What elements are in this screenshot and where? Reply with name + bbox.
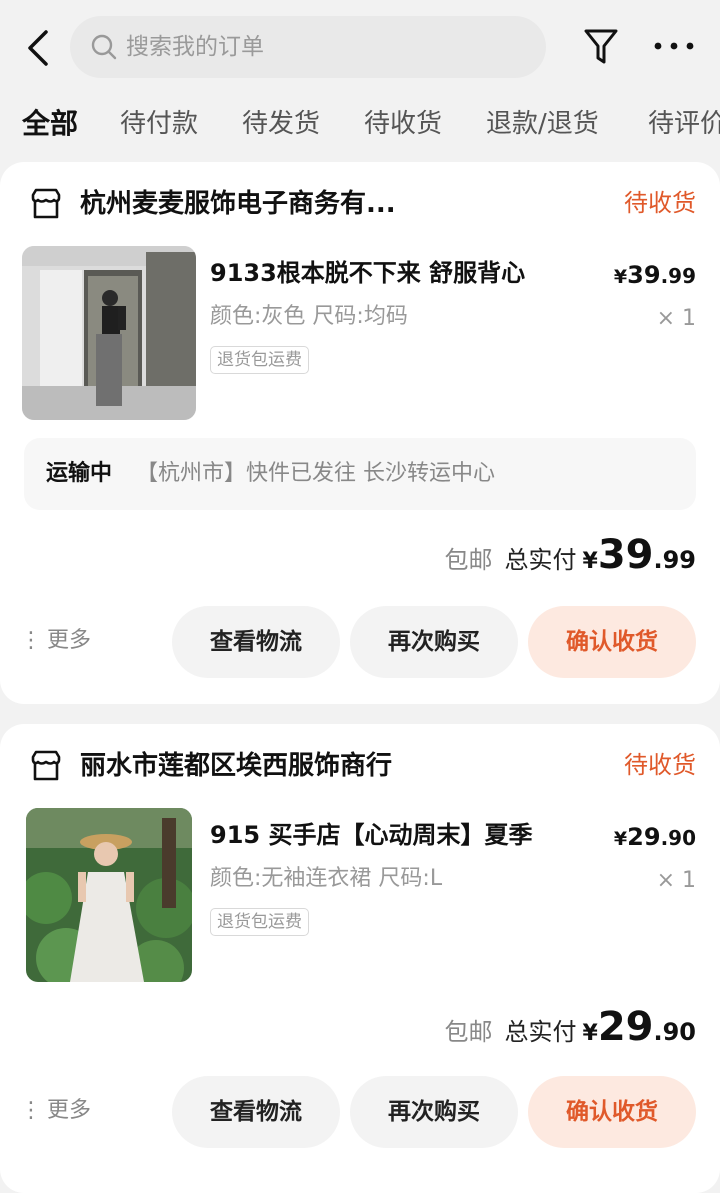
- total-decimal: .99: [653, 546, 696, 574]
- view-logistics-button[interactable]: 查看物流: [172, 1076, 340, 1148]
- total-label: 总实付: [504, 546, 577, 574]
- shop-name[interactable]: 杭州麦麦服饰电子商务有...: [80, 186, 396, 222]
- tab-refund-return[interactable]: 退款/退货: [486, 104, 599, 144]
- order-status: 待收货: [624, 189, 696, 217]
- shop-icon: [31, 188, 61, 219]
- search-placeholder: 搜索我的订单: [126, 34, 264, 60]
- shop-icon: [31, 750, 61, 781]
- total-integer: 39: [597, 532, 654, 578]
- order-card[interactable]: 丽水市莲都区埃西服饰商行 待收货 915 买手店【心动周末】夏季 颜色:无袖连衣…: [0, 724, 720, 1193]
- return-shipping-tag: 退货包运费: [210, 908, 309, 936]
- tab-all[interactable]: 全部: [22, 104, 78, 144]
- buy-again-button[interactable]: 再次购买: [350, 606, 518, 678]
- total-label: 总实付: [504, 1018, 577, 1046]
- search-input[interactable]: 搜索我的订单: [70, 16, 546, 78]
- tab-pending-receipt[interactable]: 待收货: [364, 104, 442, 144]
- product-title[interactable]: 915 买手店【心动周末】夏季: [210, 818, 532, 852]
- product-image[interactable]: [26, 808, 192, 982]
- total-currency: ¥: [582, 549, 598, 574]
- free-shipping-label: 包邮: [444, 1018, 493, 1046]
- product-image[interactable]: [22, 246, 196, 420]
- buy-again-button[interactable]: 再次购买: [350, 1076, 518, 1148]
- back-icon[interactable]: [22, 28, 56, 68]
- search-icon: [91, 34, 117, 60]
- tab-pending-review[interactable]: 待评价: [648, 104, 720, 144]
- total-currency: ¥: [582, 1021, 598, 1046]
- order-card[interactable]: 杭州麦麦服饰电子商务有... 待收货 9133根本脱不下来 舒服背心 颜色:灰色…: [0, 162, 720, 704]
- logistics-detail: 【杭州市】快件已发往 长沙转运中心: [136, 461, 495, 486]
- tab-pending-shipment[interactable]: 待发货: [242, 104, 320, 144]
- view-logistics-button[interactable]: 查看物流: [172, 606, 340, 678]
- confirm-receipt-button[interactable]: 确认收货: [528, 606, 696, 678]
- order-status: 待收货: [624, 751, 696, 779]
- shop-name[interactable]: 丽水市莲都区埃西服饰商行: [80, 748, 392, 784]
- more-actions[interactable]: ⋮ 更多: [20, 1096, 91, 1126]
- product-quantity: × 1: [656, 306, 696, 331]
- tab-pending-payment[interactable]: 待付款: [120, 104, 198, 144]
- confirm-receipt-button[interactable]: 确认收货: [528, 1076, 696, 1148]
- order-tabs: 全部 待付款 待发货 待收货 退款/退货 待评价: [0, 100, 720, 150]
- filter-icon[interactable]: [582, 26, 620, 68]
- logistics-status: 运输中: [46, 461, 113, 486]
- more-actions[interactable]: ⋮ 更多: [20, 626, 91, 656]
- product-spec: 颜色:无袖连衣裙 尺码:L: [210, 866, 443, 891]
- product-price: ¥39.99: [613, 261, 696, 289]
- product-price: ¥29.90: [613, 823, 696, 851]
- order-total: 包邮 总实付 ¥29.90: [445, 1004, 697, 1054]
- product-spec: 颜色:灰色 尺码:均码: [210, 304, 408, 329]
- total-integer: 29: [597, 1004, 654, 1050]
- more-icon[interactable]: [652, 34, 696, 58]
- logistics-bar[interactable]: 运输中 【杭州市】快件已发往 长沙转运中心: [24, 438, 696, 510]
- free-shipping-label: 包邮: [444, 546, 493, 574]
- product-quantity: × 1: [656, 868, 696, 893]
- top-bar: 搜索我的订单: [0, 0, 720, 95]
- return-shipping-tag: 退货包运费: [210, 346, 309, 374]
- order-total: 包邮 总实付 ¥39.99: [445, 532, 697, 582]
- product-title[interactable]: 9133根本脱不下来 舒服背心: [210, 256, 525, 290]
- total-decimal: .90: [653, 1018, 696, 1046]
